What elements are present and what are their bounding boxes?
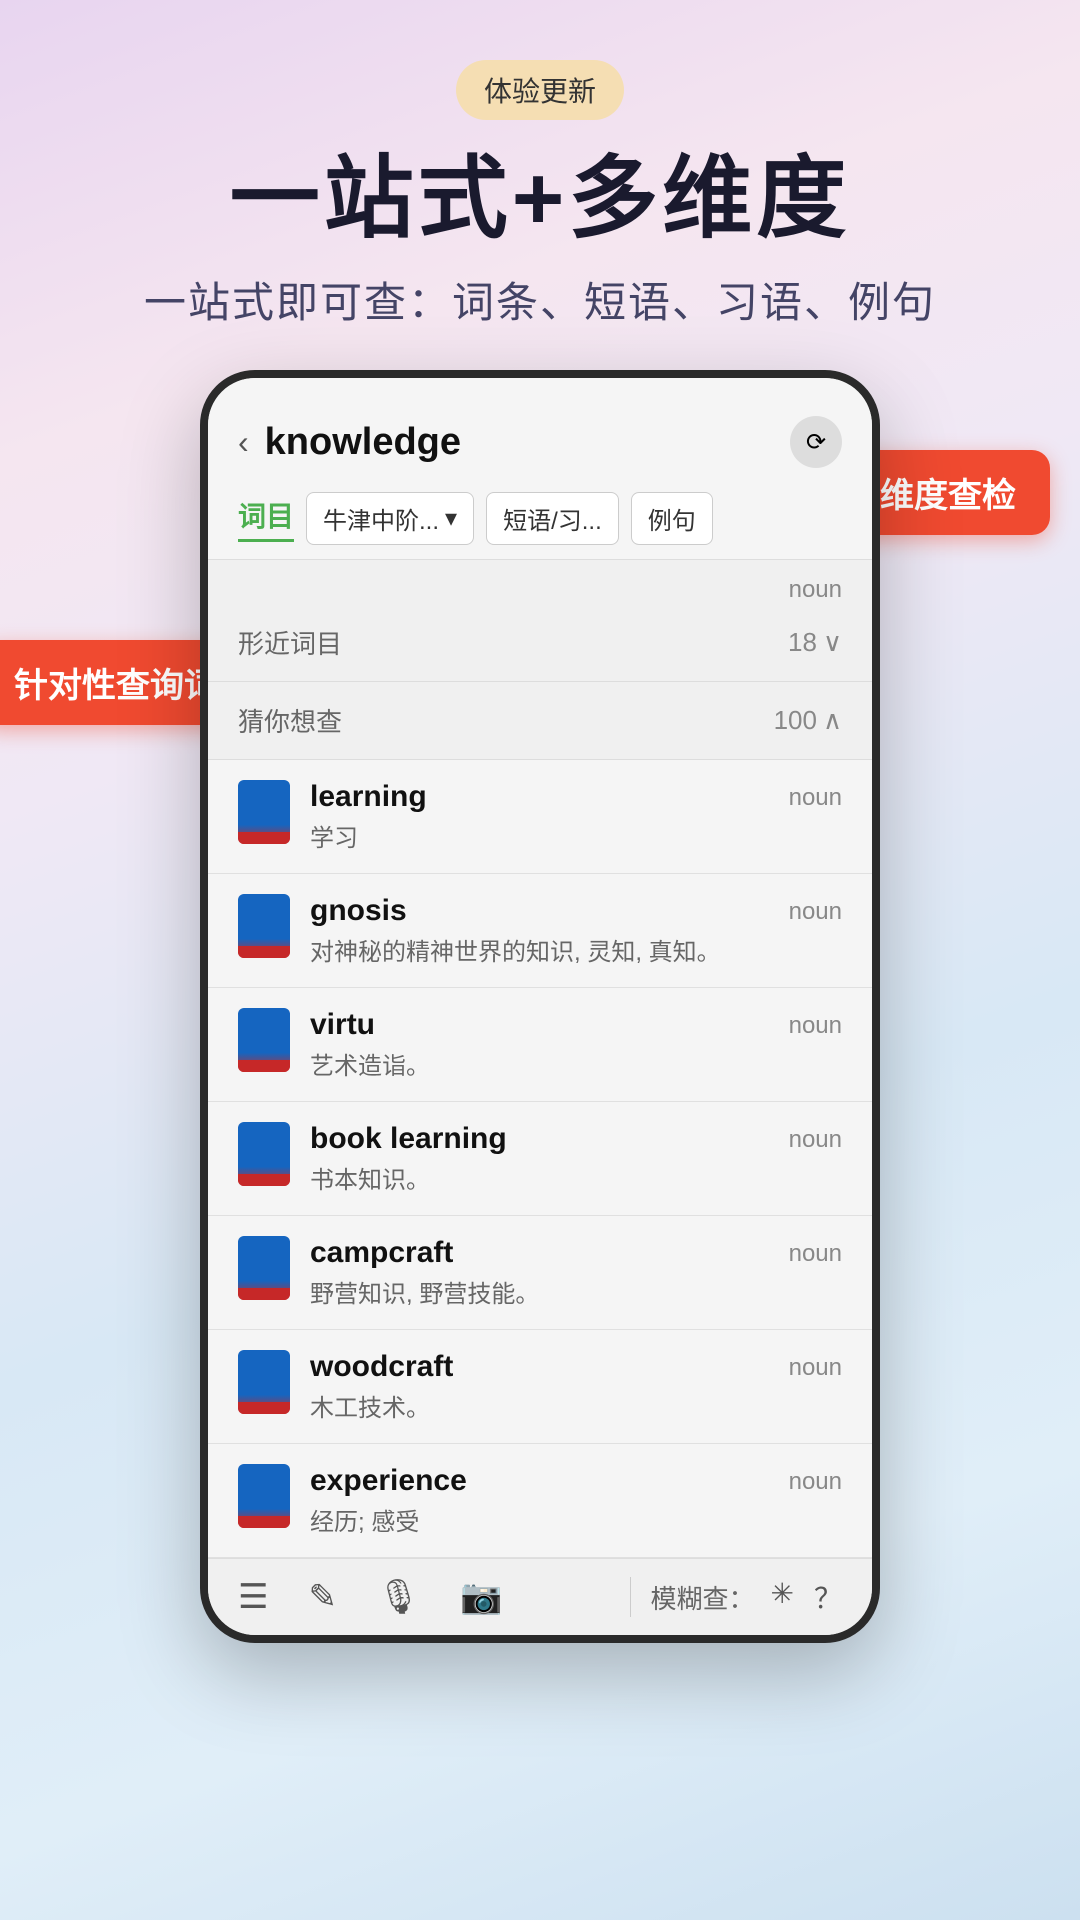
- menu-icon[interactable]: ☰: [238, 1577, 268, 1617]
- word-pos: noun: [789, 898, 842, 926]
- fuzzy-icons: ✳ ？: [771, 1577, 842, 1617]
- suggest-label: 猜你想查: [238, 702, 342, 739]
- word-pos: noun: [789, 784, 842, 812]
- edit-icon[interactable]: ✎: [308, 1577, 337, 1617]
- word-chinese: 学习: [310, 818, 769, 853]
- word-chinese: 书本知识。: [310, 1160, 769, 1195]
- word-english: woodcraft: [310, 1350, 769, 1384]
- word-text-block: book learning 书本知识。: [310, 1122, 769, 1195]
- search-bar: ‹ knowledge ⟳: [238, 398, 842, 482]
- word-icon: [238, 1236, 290, 1300]
- camera-icon[interactable]: 📷: [460, 1577, 502, 1617]
- word-pos: noun: [789, 1240, 842, 1268]
- list-item[interactable]: gnosis 对神秘的精神世界的知识, 灵知, 真知。 noun: [208, 874, 872, 988]
- word-pos: noun: [789, 1012, 842, 1040]
- word-icon: [238, 1464, 290, 1528]
- word-chinese: 木工技术。: [310, 1388, 769, 1423]
- phone-content: noun 形近词目 18 ∨ 猜你想查 100 ∧: [208, 560, 872, 1558]
- similar-label: 形近词目: [238, 624, 342, 661]
- first-noun-label: noun: [208, 560, 872, 604]
- word-pos: noun: [789, 1468, 842, 1496]
- list-item[interactable]: campcraft 野营知识, 野营技能。 noun: [208, 1216, 872, 1330]
- word-text-block: campcraft 野营知识, 野营技能。: [310, 1236, 769, 1309]
- fuzzy-label: 模糊查：: [651, 1579, 755, 1616]
- list-item[interactable]: learning 学习 noun: [208, 760, 872, 874]
- word-chinese: 对神秘的精神世界的知识, 灵知, 真知。: [310, 932, 769, 967]
- tab-word-list[interactable]: 词目: [238, 495, 294, 542]
- search-refresh-button[interactable]: ⟳: [790, 416, 842, 468]
- word-english: book learning: [310, 1122, 769, 1156]
- tab-bar: 词目 牛津中阶... ▾ 短语/习... 例句: [238, 482, 842, 559]
- word-chinese: 经历; 感受: [310, 1502, 769, 1537]
- suggest-section-header[interactable]: 猜你想查 100 ∧: [208, 682, 872, 760]
- word-text-block: virtu 艺术造诣。: [310, 1008, 769, 1081]
- word-english: gnosis: [310, 894, 769, 928]
- word-english: virtu: [310, 1008, 769, 1042]
- list-item[interactable]: experience 经历; 感受 noun: [208, 1444, 872, 1558]
- bottom-divider: [630, 1577, 631, 1617]
- word-english: experience: [310, 1464, 769, 1498]
- tab-example[interactable]: 例句: [631, 492, 713, 545]
- mic-icon[interactable]: 🎙: [377, 1577, 420, 1617]
- tab-dictionary-dropdown[interactable]: 牛津中阶... ▾: [306, 492, 474, 545]
- list-item[interactable]: book learning 书本知识。 noun: [208, 1102, 872, 1216]
- fuzzy-search: 模糊查： ✳ ？: [651, 1577, 843, 1617]
- similar-count: 18 ∨: [788, 627, 842, 658]
- search-word-display: knowledge: [265, 421, 774, 464]
- phone-bottom-bar: ☰ ✎ 🎙 📷 模糊查： ✳ ？: [208, 1558, 872, 1635]
- update-badge: 体验更新: [456, 60, 624, 120]
- word-text-block: experience 经历; 感受: [310, 1464, 769, 1537]
- word-icon: [238, 894, 290, 958]
- word-text-block: gnosis 对神秘的精神世界的知识, 灵知, 真知。: [310, 894, 769, 967]
- phone-mockup: ‹ knowledge ⟳ 词目 牛津中阶... ▾ 短语/习... 例句 no…: [200, 370, 880, 1643]
- word-english: learning: [310, 780, 769, 814]
- word-icon: [238, 1122, 290, 1186]
- main-title: 一站式+多维度: [0, 150, 1080, 249]
- word-icon: [238, 1008, 290, 1072]
- question-icon[interactable]: ？: [814, 1577, 842, 1617]
- word-chinese: 野营知识, 野营技能。: [310, 1274, 769, 1309]
- word-icon: [238, 1350, 290, 1414]
- word-pos: noun: [789, 1126, 842, 1154]
- sub-title: 一站式即可查：词条、短语、习语、例句: [0, 269, 1080, 330]
- word-icon: [238, 780, 290, 844]
- bottom-icon-group: ☰ ✎ 🎙 📷: [238, 1577, 610, 1617]
- suggest-count: 100 ∧: [774, 705, 842, 736]
- word-pos: noun: [789, 1354, 842, 1382]
- word-list: learning 学习 noun gnosis 对神秘的精神世界的知识, 灵知,…: [208, 760, 872, 1558]
- asterisk-icon[interactable]: ✳: [771, 1577, 794, 1617]
- word-english: campcraft: [310, 1236, 769, 1270]
- word-text-block: woodcraft 木工技术。: [310, 1350, 769, 1423]
- tab-phrase[interactable]: 短语/习...: [486, 492, 619, 545]
- back-button[interactable]: ‹: [238, 424, 249, 461]
- word-text-block: learning 学习: [310, 780, 769, 853]
- word-chinese: 艺术造诣。: [310, 1046, 769, 1081]
- phone-container: 多维度查检 针对性查询词典 ‹ knowledge ⟳ 词目 牛津中阶... ▾…: [0, 370, 1080, 1643]
- list-item[interactable]: virtu 艺术造诣。 noun: [208, 988, 872, 1102]
- similar-section-header[interactable]: 形近词目 18 ∨: [208, 604, 872, 682]
- top-section: 体验更新 一站式+多维度 一站式即可查：词条、短语、习语、例句: [0, 0, 1080, 370]
- list-item[interactable]: woodcraft 木工技术。 noun: [208, 1330, 872, 1444]
- phone-header: ‹ knowledge ⟳ 词目 牛津中阶... ▾ 短语/习... 例句: [208, 378, 872, 560]
